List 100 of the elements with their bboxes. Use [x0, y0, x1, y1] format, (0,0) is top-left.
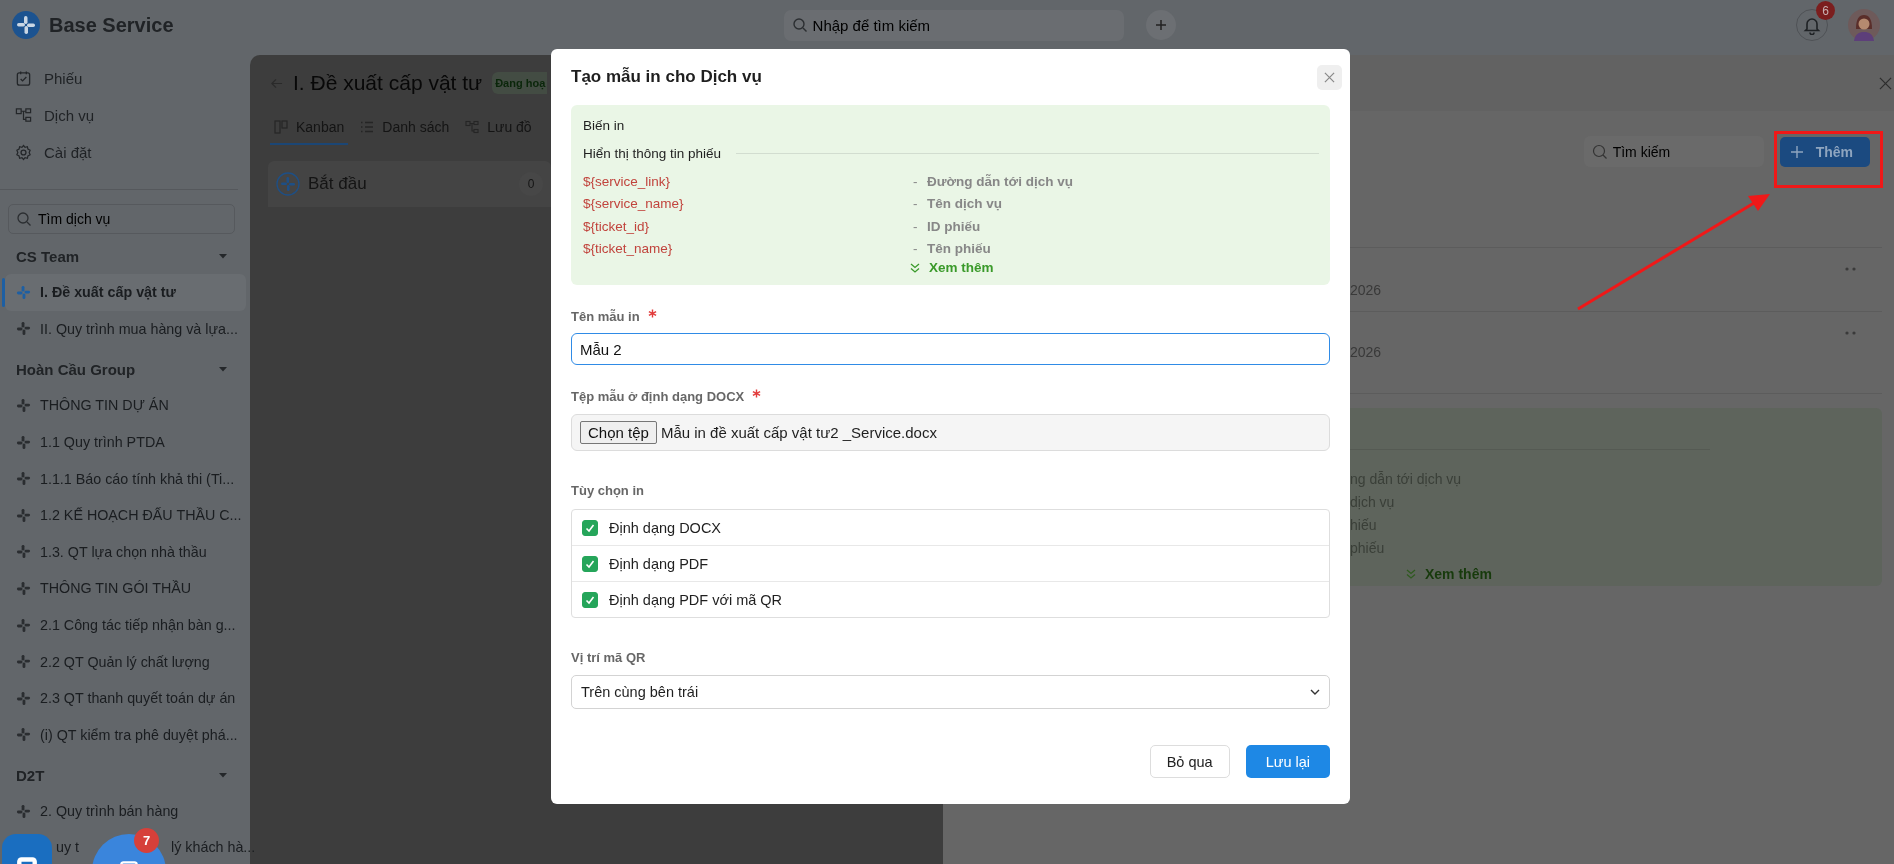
variable-description: Đường dẫn tới dịch vụ — [927, 173, 1073, 189]
separator: - — [913, 173, 919, 189]
status-tag: Đang hoạ — [492, 72, 548, 94]
service-icon — [16, 617, 31, 633]
option-label[interactable]: Định dạng PDF — [609, 555, 709, 572]
service-item[interactable]: 2. Quy trình bán hàng — [0, 793, 246, 830]
close-icon[interactable] — [1879, 76, 1892, 90]
group-header[interactable]: Hoàn Cầu Group — [0, 351, 250, 388]
variable-description: Tên phiếu — [927, 241, 991, 257]
service-item[interactable]: 2.2 QT Quản lý chất lượng — [0, 643, 246, 680]
service-icon — [16, 284, 31, 300]
nav-item[interactable]: Dịch vụ — [0, 97, 250, 134]
option-label[interactable]: Định dạng PDF với mã QR — [609, 591, 783, 608]
search-icon — [1591, 143, 1608, 160]
service-item[interactable]: (i) QT kiểm tra phê duyệt phá... — [0, 716, 246, 754]
field-label: Vị trí mã QR — [571, 649, 646, 665]
search-field[interactable]: Tìm kiếm — [1583, 136, 1764, 167]
service-icon — [16, 803, 31, 819]
field-label: Tên mẫu in — [571, 308, 640, 324]
chevron-down-icon — [1310, 689, 1320, 695]
global-search-field[interactable]: Nhập để tìm kiếm — [783, 9, 1124, 41]
service-item[interactable]: 2.1 Công tác tiếp nhận bàn g... — [0, 606, 246, 644]
service-icon — [16, 654, 31, 670]
service-icon — [16, 580, 31, 596]
service-item[interactable]: 1.2 KẾ HOẠCH ĐẤU THẦU C... — [0, 496, 246, 534]
flowchart-icon — [15, 107, 32, 124]
plus-icon — [1790, 145, 1803, 158]
option-label[interactable]: Định dạng DOCX — [609, 519, 722, 536]
nav-item[interactable]: Phiếu — [0, 60, 250, 97]
variable-name: ${ticket_id} — [583, 218, 651, 234]
group-header[interactable]: D2T — [0, 757, 250, 794]
service-item-text[interactable]: uy t — [56, 838, 80, 855]
close-icon — [1324, 71, 1335, 83]
show-more-link[interactable]: Xem thêm — [1405, 566, 1492, 582]
service-search-field[interactable]: Tìm dịch vụ — [8, 204, 235, 234]
checkbox[interactable] — [582, 555, 598, 572]
dialog-title: Tạo mẫu in cho Dịch vụ — [571, 67, 762, 87]
app-name: Base Service — [49, 13, 174, 37]
service-icon — [16, 507, 31, 523]
list-icon — [360, 120, 375, 134]
avatar[interactable] — [1848, 9, 1880, 41]
add-button[interactable]: Thêm — [1779, 136, 1870, 167]
task-count-badge: 7 — [134, 828, 159, 853]
choose-file-button[interactable]: Chọn tệp — [580, 421, 657, 444]
clipboard-check-icon — [15, 70, 32, 87]
service-icon — [16, 398, 31, 413]
name-input[interactable]: Mẫu 2 — [571, 333, 1330, 365]
section-title: Hiển thị thông tin phiếu — [583, 145, 722, 161]
file-field[interactable]: Chọn tệp Mẫu in đề xuất cấp vật tư2 _Service.docx — [571, 414, 1330, 451]
service-item[interactable]: 1.1.1 Báo cáo tính khả thi (Ti... — [0, 460, 246, 497]
service-item[interactable]: THÔNG TIN DỰ ÁN — [0, 387, 246, 424]
group-name: Hoàn Cầu Group — [16, 360, 136, 378]
service-icon — [16, 727, 31, 743]
field-label: Tệp mẫu ở định dạng DOCX — [571, 388, 745, 404]
service-icon — [276, 172, 300, 196]
service-icon — [16, 544, 31, 560]
group-name: CS Team — [16, 247, 80, 265]
qr-position-select[interactable]: Trên cùng bên trái — [571, 675, 1330, 709]
close-button[interactable] — [1317, 64, 1342, 90]
service-icon — [16, 434, 31, 450]
group-header[interactable]: CS Team — [0, 238, 250, 274]
double-chevron-icon — [1405, 568, 1417, 580]
search-icon — [791, 17, 808, 33]
cancel-button[interactable]: Bỏ qua — [1149, 745, 1230, 778]
service-icon — [16, 321, 31, 337]
separator: - — [913, 218, 919, 234]
checkbox[interactable] — [582, 519, 598, 536]
group-name: D2T — [16, 766, 45, 784]
file-name: Mẫu in đề xuất cấp vật tư2 _Service.docx — [660, 424, 937, 441]
double-chevron-icon — [909, 261, 921, 274]
variable-name: ${service_link} — [583, 173, 672, 189]
show-more-link[interactable]: Xem thêm — [909, 260, 994, 275]
service-item[interactable]: 1.3. QT lựa chọn nhà thầu — [0, 533, 246, 571]
more-icon[interactable] — [1845, 331, 1857, 335]
more-icon[interactable] — [1845, 267, 1857, 271]
add-button[interactable] — [1145, 10, 1176, 40]
checkbox[interactable] — [582, 591, 598, 608]
notification-badge: 6 — [1816, 1, 1835, 20]
separator: - — [913, 241, 919, 257]
service-icon — [16, 690, 31, 706]
save-button[interactable]: Lưu lại — [1245, 745, 1330, 778]
variable-description: Tên dịch vụ — [927, 196, 1002, 212]
bell-icon — [1802, 15, 1822, 35]
service-item[interactable]: I. Đề xuất cấp vật tư — [5, 274, 246, 311]
service-item[interactable]: 1.1 Quy trình PTDA — [0, 423, 246, 461]
variable-name: ${service_name} — [583, 196, 685, 212]
panel-title: Biến in — [583, 117, 626, 135]
flowchart-icon — [465, 120, 480, 134]
field-label: Tùy chọn in — [571, 482, 644, 498]
nav-item[interactable]: Cài đặt — [0, 134, 250, 171]
service-item[interactable]: 2.3 QT thanh quyết toán dự án — [0, 679, 246, 717]
settings-icon — [15, 144, 32, 161]
service-icon — [16, 471, 31, 487]
variable-name: ${ticket_name} — [583, 241, 674, 257]
service-item-text[interactable]: lý khách hà... — [171, 838, 256, 855]
search-icon — [16, 211, 32, 227]
service-item[interactable]: THÔNG TIN GÓI THẦU — [0, 570, 246, 607]
plus-icon — [1154, 19, 1167, 31]
logo-icon — [12, 11, 40, 39]
separator: - — [913, 196, 919, 212]
